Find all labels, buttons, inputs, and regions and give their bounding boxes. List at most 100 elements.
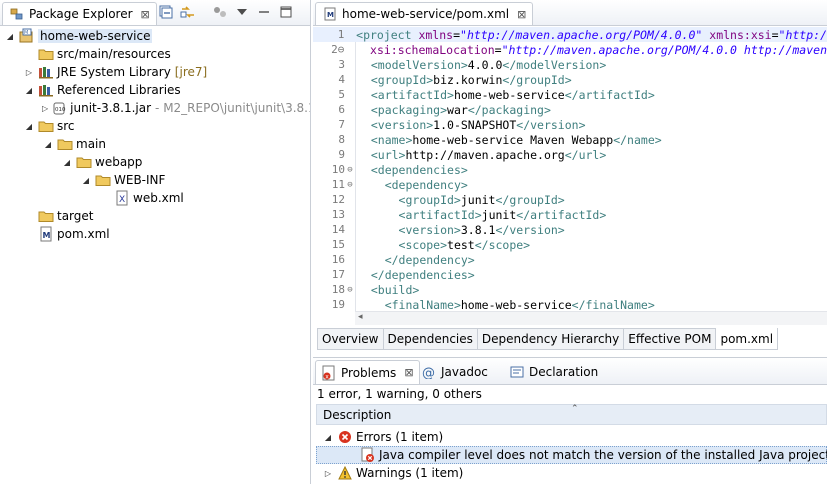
- problem-category[interactable]: ▷ Warnings (1 item): [316, 464, 827, 482]
- column-header-label: Description: [323, 407, 392, 422]
- xml-source[interactable]: 1 <project xmlns="http://maven.apache.org…: [313, 27, 827, 311]
- code-token: </dependency>: [384, 252, 475, 267]
- collapsed-twisty-icon[interactable]: ▷: [322, 467, 334, 479]
- sort-arrow-icon: ⌃: [571, 404, 579, 414]
- tree-item[interactable]: ◢ webapp: [0, 153, 310, 171]
- problem-category[interactable]: ◢ Errors (1 item): [316, 428, 827, 446]
- package-explorer-tabbar: Package Explorer ⊠: [0, 0, 310, 26]
- pom-tab-pom-xml[interactable]: pom.xml: [715, 328, 779, 350]
- editor-tabbar: M home-web-service/pom.xml ⊠: [313, 0, 827, 26]
- code-token: "http://maven.apache.org/POM/4.0.0": [460, 27, 703, 42]
- package-explorer-close-icon[interactable]: ⊠: [141, 8, 150, 21]
- pom-tab-overview[interactable]: Overview: [317, 328, 383, 350]
- collapsed-twisty-icon[interactable]: ▷: [23, 66, 35, 78]
- code-line[interactable]: 2⊖ xsi:schemaLocation="http://maven.apac…: [313, 42, 827, 57]
- code-text: <dependency>: [355, 178, 468, 192]
- code-line[interactable]: 12 <groupId>junit</groupId>: [313, 192, 827, 207]
- code-line[interactable]: 1 <project xmlns="http://maven.apache.org…: [313, 27, 827, 42]
- code-line[interactable]: 15 <scope>test</scope>: [313, 237, 827, 252]
- code-line[interactable]: 8 <name>home-web-service Maven Webapp</n…: [313, 132, 827, 147]
- code-token: =: [453, 27, 461, 42]
- tree-item[interactable]: ▷ JRE System Library [jre7]: [0, 63, 310, 81]
- tree-item-label: pom.xml: [57, 227, 110, 241]
- problems-close-icon[interactable]: ⊠: [404, 366, 413, 379]
- code-line[interactable]: 14 <version>3.8.1</version>: [313, 222, 827, 237]
- code-line[interactable]: 17 </dependencies>: [313, 267, 827, 282]
- minimize-icon[interactable]: [256, 4, 272, 20]
- tree-item[interactable]: Mpom.xml: [0, 225, 310, 243]
- code-line[interactable]: 6 <packaging>war</packaging>: [313, 102, 827, 117]
- tree-item[interactable]: target: [0, 207, 310, 225]
- pom-tab-dependencies[interactable]: Dependencies: [382, 328, 477, 350]
- code-line[interactable]: 5 <artifactId>home-web-service</artifact…: [313, 87, 827, 102]
- scroll-left-icon[interactable]: ◂: [358, 312, 363, 322]
- line-number: 11: [331, 178, 345, 191]
- tree-item-label: webapp: [95, 155, 143, 169]
- collapse-all-icon[interactable]: [158, 4, 174, 20]
- tab-declaration[interactable]: Declaration: [504, 360, 603, 384]
- expanded-twisty-icon[interactable]: ◢: [42, 138, 54, 150]
- line-number: 1: [337, 28, 345, 41]
- expanded-twisty-icon[interactable]: ◢: [61, 156, 73, 168]
- link-with-editor-icon[interactable]: [180, 4, 196, 20]
- tree-item[interactable]: ▷ 010 junit-3.8.1.jar - M2_REPO\junit\junit…: [0, 99, 310, 117]
- expanded-twisty-icon[interactable]: ◢: [23, 120, 35, 132]
- project-tree[interactable]: ◢ Mhome-web-service src/main/resources ▷ JRE…: [0, 27, 310, 243]
- code-line[interactable]: 10 ⊖ <dependencies>: [313, 162, 827, 177]
- tree-item-label: WEB-INF: [114, 173, 166, 187]
- fold-toggle-icon[interactable]: ⊖: [345, 165, 355, 175]
- code-line[interactable]: 11 ⊖ <dependency>: [313, 177, 827, 192]
- problem-label: Errors (1 item): [356, 430, 444, 444]
- tree-item[interactable]: ◢ main: [0, 135, 310, 153]
- code-token: </groupId>: [495, 192, 565, 207]
- code-token: "http://maven.apache.org/POM/4.0.0 http:…: [501, 42, 827, 57]
- tree-item[interactable]: src/main/resources: [0, 45, 310, 63]
- editor-horizontal-scrollbar[interactable]: ◂: [355, 311, 827, 325]
- code-line[interactable]: 18 ⊖ <build>: [313, 282, 827, 297]
- maximize-icon[interactable]: [278, 4, 294, 20]
- expanded-twisty-icon[interactable]: ◢: [4, 30, 16, 42]
- editor-tab-close-icon[interactable]: ⊠: [517, 8, 526, 21]
- editor-tab-pom[interactable]: M home-web-service/pom.xml ⊠: [315, 2, 534, 25]
- tree-item[interactable]: ◢ src: [0, 117, 310, 135]
- code-line[interactable]: 9 <url>http://maven.apache.org</url>: [313, 147, 827, 162]
- tab-label: Declaration: [529, 365, 599, 379]
- tree-item[interactable]: Xweb.xml: [0, 189, 310, 207]
- tab-problems[interactable]: x Problems ⊠: [315, 360, 420, 384]
- code-line[interactable]: 3 <modelVersion>4.0.0</modelVersion>: [313, 57, 827, 72]
- tree-item[interactable]: ◢ Referenced Libraries: [0, 81, 310, 99]
- code-line[interactable]: 13 <artifactId>junit</artifactId>: [313, 207, 827, 222]
- fold-toggle-icon[interactable]: ⊖: [345, 180, 355, 190]
- code-text: <modelVersion>4.0.0</modelVersion>: [355, 58, 606, 72]
- pom-tab-dependency-hierarchy[interactable]: Dependency Hierarchy: [476, 328, 624, 350]
- tab-javadoc[interactable]: @ Javadoc: [416, 360, 493, 384]
- code-line[interactable]: 7 <version>1.0-SNAPSHOT</version>: [313, 117, 827, 132]
- line-number: 18: [331, 283, 345, 296]
- column-header-description[interactable]: Description ⌃: [316, 404, 827, 425]
- folder-icon: [38, 208, 54, 224]
- package-explorer-tab[interactable]: Package Explorer ⊠: [2, 2, 157, 25]
- expanded-twisty-icon[interactable]: ◢: [322, 431, 334, 443]
- pom-tab-effective-pom[interactable]: Effective POM: [623, 328, 716, 350]
- code-token: <project: [356, 27, 419, 42]
- error-icon: [337, 429, 353, 445]
- tree-item[interactable]: ◢ WEB-INF: [0, 171, 310, 189]
- expanded-twisty-icon[interactable]: ◢: [80, 174, 92, 186]
- line-number: 7: [338, 118, 345, 131]
- fold-toggle-icon[interactable]: ⊖: [345, 285, 355, 295]
- focus-working-set-icon[interactable]: [212, 4, 228, 20]
- code-line[interactable]: 19 <finalName>home-web-service</finalNam…: [313, 297, 827, 312]
- collapsed-twisty-icon[interactable]: ▷: [42, 102, 48, 114]
- problem-item[interactable]: Java compiler level does not match the v…: [316, 446, 827, 464]
- code-line[interactable]: 16 </dependency>: [313, 252, 827, 267]
- tree-item[interactable]: ◢ Mhome-web-service: [0, 27, 310, 45]
- code-line[interactable]: 4 <groupId>biz.korwin</groupId>: [313, 72, 827, 87]
- code-token: 3.8.1: [460, 222, 496, 237]
- code-token: biz.korwin: [433, 72, 503, 87]
- view-menu-icon[interactable]: [234, 4, 250, 20]
- expanded-twisty-icon[interactable]: ◢: [23, 84, 35, 96]
